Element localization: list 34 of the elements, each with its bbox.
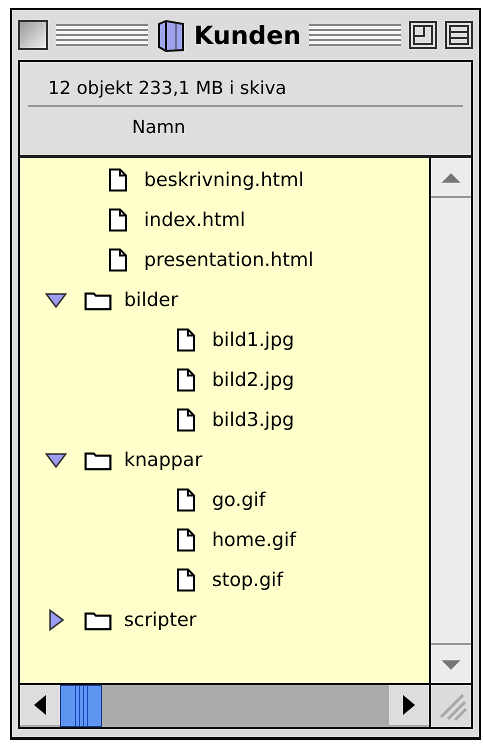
collapse-box[interactable] [445, 21, 473, 49]
window-title: Kunden [194, 20, 302, 50]
document-icon [176, 408, 196, 432]
file-name[interactable]: stop.gif [212, 569, 284, 591]
file-name[interactable]: bilder [124, 289, 178, 311]
document-icon [108, 248, 128, 272]
disclosure-triangle[interactable] [45, 452, 67, 468]
status-text: 12 objekt 233,1 MB i skiva [28, 62, 463, 107]
file-name[interactable]: scripter [124, 609, 196, 631]
zoom-box[interactable] [409, 21, 437, 49]
column-header[interactable]: Namn [132, 117, 186, 138]
file-name[interactable]: home.gif [212, 529, 296, 551]
document-icon [176, 568, 196, 592]
document-icon [176, 368, 196, 392]
disclosure-triangle[interactable] [45, 292, 67, 308]
file-name[interactable]: presentation.html [144, 249, 314, 271]
close-box[interactable] [18, 20, 48, 50]
document-icon [176, 488, 196, 512]
disclosure-triangle[interactable] [48, 609, 64, 631]
file-name[interactable]: bild3.jpg [212, 409, 294, 431]
horizontal-scrollbar[interactable] [20, 685, 431, 727]
document-icon [176, 528, 196, 552]
document-icon [176, 328, 196, 352]
file-name[interactable]: go.gif [212, 489, 266, 511]
folder-icon [156, 18, 186, 52]
file-name[interactable]: bild2.jpg [212, 369, 294, 391]
vertical-scrollbar[interactable] [429, 158, 471, 683]
scroll-thumb[interactable] [60, 685, 102, 727]
file-name[interactable]: bild1.jpg [212, 329, 294, 351]
document-icon [108, 208, 128, 232]
file-name[interactable]: knappar [124, 449, 202, 471]
file-name[interactable]: index.html [144, 209, 246, 231]
file-name[interactable]: beskrivning.html [144, 169, 304, 191]
document-icon [108, 168, 128, 192]
